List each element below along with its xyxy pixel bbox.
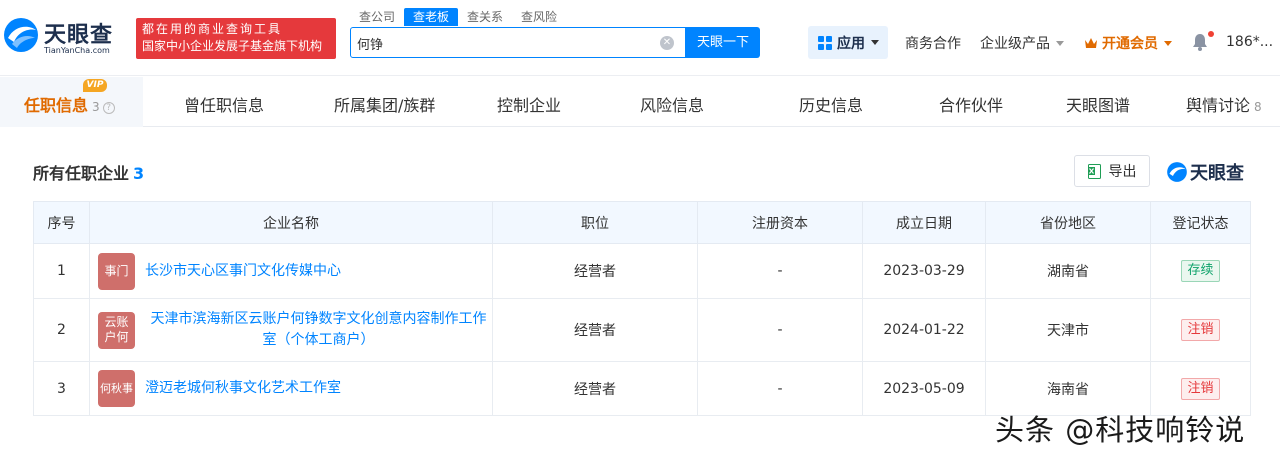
registered-capital: - [697, 361, 863, 416]
mini-logo-text: 天眼查 [1190, 163, 1244, 184]
search-type-tabs: 查公司 查老板 查关系 查风险 [350, 8, 566, 26]
status-badge: 存续 [1181, 260, 1220, 282]
eye-logo-icon [1167, 162, 1187, 182]
tab-current-positions-label: 任职信息 [24, 96, 89, 115]
tab-public-opinion-count: 8 [1254, 100, 1262, 114]
tab-public-opinion[interactable]: 舆情讨论 8 [1186, 92, 1262, 116]
tab-risk-info[interactable]: 风险信息 [640, 92, 704, 116]
tianyancha-logo[interactable]: 天眼查 TianYanCha.com [0, 12, 130, 62]
table-header-row: 序号 企业名称 职位 注册资本 成立日期 省份地区 登记状态 [33, 201, 1251, 244]
clear-icon[interactable]: ✕ [660, 36, 674, 50]
status-badge: 注销 [1181, 377, 1220, 400]
notification-dot [1208, 31, 1214, 37]
tab-risk[interactable]: 查风险 [512, 8, 566, 26]
tab-partners[interactable]: 合作伙伴 [939, 92, 1003, 116]
col-header-company: 企业名称 [89, 201, 493, 244]
search-input[interactable] [357, 32, 647, 54]
col-header-region: 省份地区 [985, 201, 1151, 244]
open-vip-menu[interactable]: 开通会员 [1084, 34, 1172, 52]
vip-badge: VIP [83, 79, 107, 92]
enterprise-products-label: 企业级产品 [980, 36, 1050, 52]
status-badge: 注销 [1181, 319, 1220, 341]
position: 经营者 [492, 361, 698, 416]
established-date: 2023-05-09 [862, 361, 986, 416]
top-header: 天眼查 TianYanCha.com 都在用的商业查询工具 国家中小企业发展子基… [0, 0, 1280, 76]
company-name-link[interactable]: 澄迈老城何秋事文化艺术工作室 [145, 378, 341, 399]
status-cell: 存续 [1150, 243, 1251, 299]
table-row: 2 云账 户何 天津市滨海新区云账户何铮数字文化创意内容制作工作室（个体工商户）… [33, 298, 1251, 362]
section-title: 所有任职企业 3 [33, 160, 144, 184]
apps-grid-icon [818, 35, 832, 50]
company-name-link[interactable]: 天津市滨海新区云账户何铮数字文化创意内容制作工作室（个体工商户） [145, 309, 492, 351]
tab-boss[interactable]: 查老板 [404, 8, 459, 26]
company-name-link[interactable]: 长沙市天心区事门文化传媒中心 [145, 261, 341, 282]
tab-relation[interactable]: 查关系 [458, 8, 512, 26]
row-no: 2 [33, 298, 90, 362]
tab-graph[interactable]: 天眼图谱 [1066, 92, 1130, 116]
slogan-banner: 都在用的商业查询工具 国家中小企业发展子基金旗下机构 [136, 18, 336, 59]
chevron-down-icon [1164, 40, 1172, 46]
registered-capital: - [697, 298, 863, 362]
business-cooperation-link[interactable]: 商务合作 [905, 34, 961, 52]
col-header-no: 序号 [33, 201, 90, 244]
company-logo[interactable]: 云账 户何 [98, 311, 135, 349]
region: 天津市 [985, 298, 1151, 362]
row-no: 3 [33, 361, 90, 416]
bell-icon[interactable] [1192, 33, 1208, 51]
slogan-line-1: 都在用的商业查询工具 [142, 22, 283, 36]
tianyancha-mini-logo: 天眼查 [1166, 160, 1244, 184]
company-logo[interactable]: 事门 [98, 252, 135, 290]
search-button[interactable]: 天眼一下 [686, 27, 760, 58]
col-header-position: 职位 [492, 201, 698, 244]
chevron-down-icon [1056, 40, 1064, 46]
tab-current-positions-count: 3 [92, 100, 100, 114]
tab-controlled-companies[interactable]: 控制企业 [497, 92, 561, 116]
col-header-capital: 注册资本 [697, 201, 863, 244]
region: 湖南省 [985, 243, 1151, 299]
company-cell: 事门 长沙市天心区事门文化传媒中心 [89, 243, 493, 299]
open-vip-label: 开通会员 [1102, 36, 1158, 52]
tab-former-positions[interactable]: 曾任职信息 [184, 92, 264, 116]
brand-name: 天眼查 [44, 23, 114, 48]
help-icon[interactable]: ? [102, 102, 115, 114]
established-date: 2024-01-22 [862, 298, 986, 362]
chevron-down-icon [871, 40, 879, 45]
row-no: 1 [33, 243, 90, 299]
user-account[interactable]: 186*... [1226, 34, 1273, 50]
tab-group[interactable]: 所属集团/族群 [334, 92, 435, 116]
company-logo[interactable]: 何秋事 [98, 370, 135, 407]
crown-icon [1085, 38, 1097, 48]
positions-table: 序号 企业名称 职位 注册资本 成立日期 省份地区 登记状态 1 事门 长沙市天… [33, 201, 1251, 416]
toutiao-watermark: 头条 @科技响铃说 [995, 413, 1246, 447]
tab-company[interactable]: 查公司 [350, 8, 404, 26]
tab-history[interactable]: 历史信息 [799, 92, 863, 116]
brand-domain: TianYanCha.com [44, 46, 110, 55]
profile-subnav: VIP 任职信息 3? 曾任职信息 所属集团/族群 控制企业 风险信息 历史信息 … [0, 77, 1280, 127]
eye-logo-icon [4, 18, 38, 52]
status-cell: 注销 [1150, 298, 1251, 362]
registered-capital: - [697, 243, 863, 299]
export-button[interactable]: 导出 [1074, 155, 1150, 187]
apps-menu[interactable]: 应用 [808, 26, 888, 59]
tab-current-positions[interactable]: 任职信息 3? [24, 92, 115, 116]
apps-label: 应用 [837, 35, 865, 52]
position: 经营者 [492, 298, 698, 362]
col-header-date: 成立日期 [862, 201, 986, 244]
company-cell: 云账 户何 天津市滨海新区云账户何铮数字文化创意内容制作工作室（个体工商户） [89, 298, 493, 362]
company-cell: 何秋事 澄迈老城何秋事文化艺术工作室 [89, 361, 493, 416]
established-date: 2023-03-29 [862, 243, 986, 299]
section-title-text: 所有任职企业 [33, 164, 130, 183]
excel-icon [1087, 163, 1101, 179]
export-label: 导出 [1108, 164, 1137, 180]
search-box: ✕ [350, 27, 686, 58]
col-header-status: 登记状态 [1150, 201, 1251, 244]
slogan-line-2: 国家中小企业发展子基金旗下机构 [142, 39, 323, 53]
section-count: 3 [133, 164, 145, 183]
enterprise-products-menu[interactable]: 企业级产品 [980, 34, 1064, 52]
position: 经营者 [492, 243, 698, 299]
tab-public-opinion-label: 舆情讨论 [1186, 96, 1251, 115]
table-row: 1 事门 长沙市天心区事门文化传媒中心 经营者 - 2023-03-29 湖南省… [33, 243, 1251, 299]
